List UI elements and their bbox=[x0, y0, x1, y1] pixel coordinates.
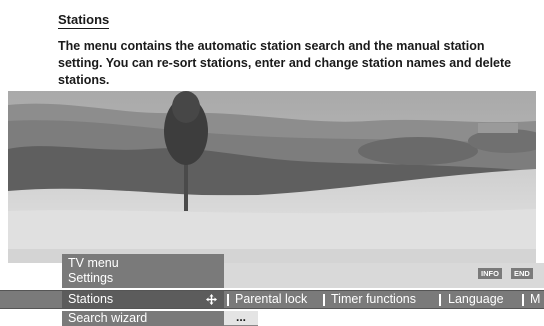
breadcrumb-tv-menu: TV menu bbox=[68, 256, 119, 270]
menu-separator bbox=[323, 294, 325, 306]
page-title: Stations bbox=[58, 12, 110, 29]
menu-item-language[interactable]: Language bbox=[448, 291, 504, 308]
menu-bar: Stations Parental lock Timer functions L… bbox=[0, 290, 544, 309]
tv-picture bbox=[8, 91, 536, 263]
breadcrumb-settings: Settings bbox=[68, 271, 114, 285]
menu-separator bbox=[227, 294, 229, 306]
end-key-button[interactable]: END bbox=[511, 268, 533, 279]
menu-separator bbox=[522, 294, 524, 306]
description-text: The menu contains the automatic station … bbox=[58, 39, 512, 87]
menu-item-timer-functions[interactable]: Timer functions bbox=[331, 291, 416, 308]
osd-breadcrumb: TV menu Settings bbox=[62, 254, 224, 288]
four-way-arrow-icon bbox=[206, 294, 217, 305]
submenu-item-value: ... bbox=[224, 311, 258, 326]
info-key-button[interactable]: INFO bbox=[478, 268, 502, 279]
menu-item-more[interactable]: M bbox=[530, 291, 540, 308]
submenu-item-search-wizard[interactable]: Search wizard bbox=[62, 311, 224, 326]
menu-item-parental-lock[interactable]: Parental lock bbox=[235, 291, 307, 308]
menu-separator bbox=[439, 294, 441, 306]
menu-item-label: Stations bbox=[68, 292, 114, 306]
submenu-item-label: Search wizard bbox=[68, 311, 148, 325]
menu-item-stations[interactable]: Stations bbox=[62, 291, 224, 308]
